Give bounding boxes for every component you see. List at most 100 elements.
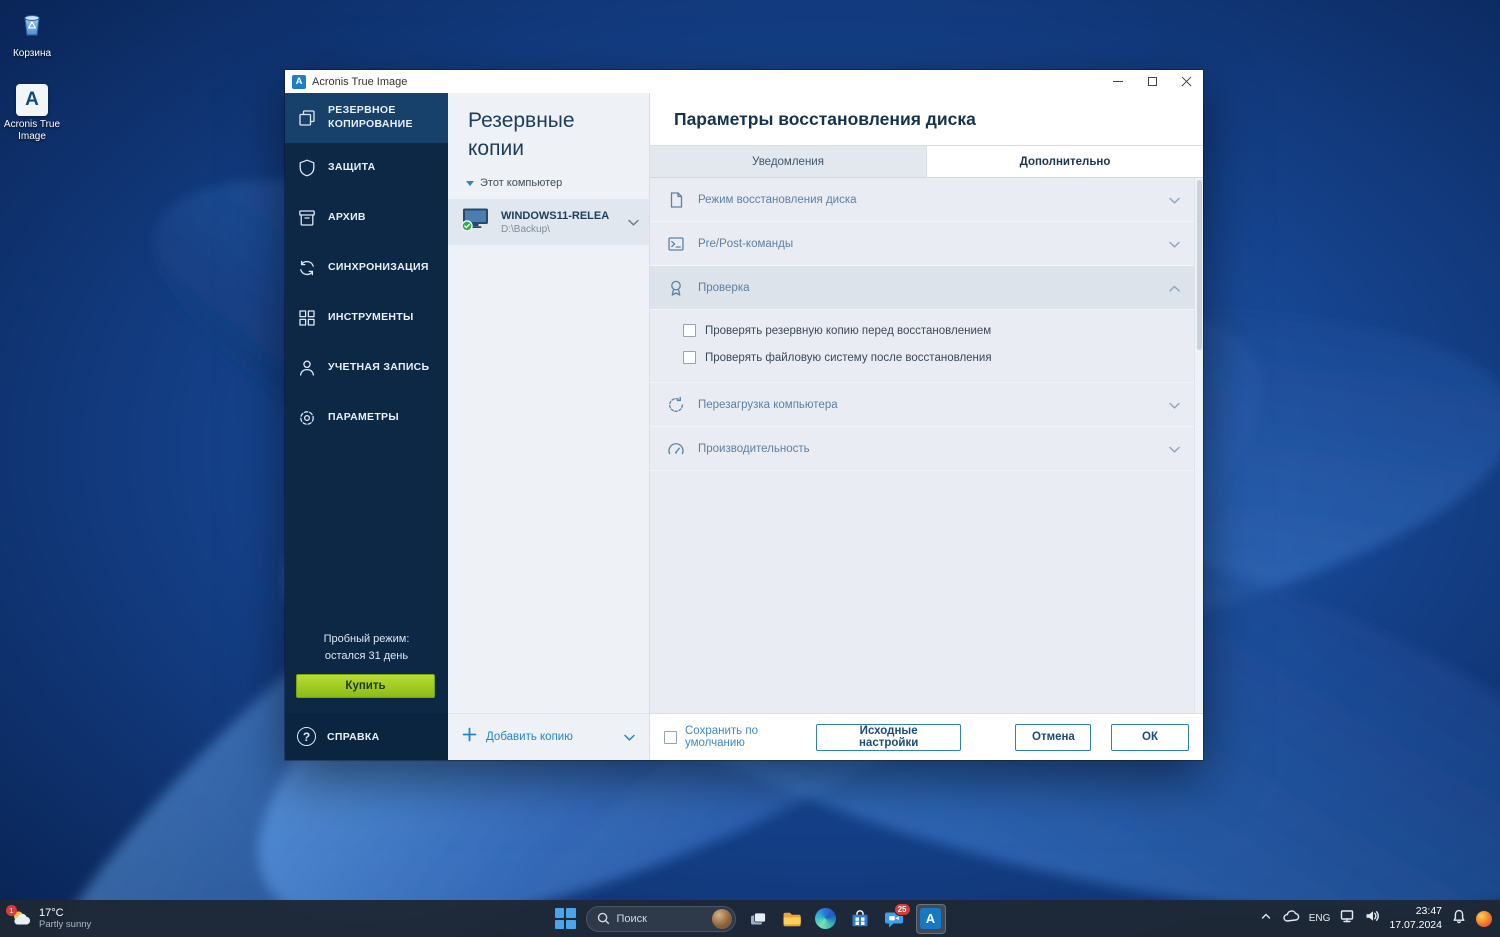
widgets-tray-icon[interactable] [1476, 911, 1492, 927]
chevron-down-icon [1169, 440, 1180, 458]
acronis-app-icon [920, 908, 941, 929]
acronis-taskbar-button[interactable] [916, 904, 946, 934]
checkbox-unchecked-icon[interactable] [664, 731, 677, 744]
sidebar-item-tools[interactable]: ИНСТРУМЕНТЫ [285, 293, 448, 343]
sidebar-item-backup[interactable]: РЕЗЕРВНОЕ КОПИРОВАНИЕ [285, 93, 448, 143]
reset-defaults-button[interactable]: Исходные настройки [816, 724, 961, 751]
taskbar-weather-widget[interactable]: 1 17°C Partly sunny [10, 907, 91, 930]
computer-monitor-icon [460, 206, 492, 238]
tab-advanced[interactable]: Дополнительно [926, 146, 1203, 177]
sidebar-item-settings[interactable]: ПАРАМЕТРЫ [285, 393, 448, 443]
backups-panel-title: Резервные копии [448, 93, 608, 162]
search-icon [597, 912, 610, 925]
account-icon [297, 358, 317, 378]
taskbar-clock[interactable]: 23:47 17.07.2024 [1389, 905, 1442, 932]
weather-condition: Partly sunny [39, 919, 91, 930]
check-filesystem-after-recovery-option[interactable]: Проверять файловую систему после восстан… [650, 344, 1194, 371]
speaker-icon [1364, 908, 1380, 924]
show-hidden-icons-button[interactable] [1259, 909, 1273, 928]
file-explorer-button[interactable] [780, 907, 804, 931]
sidebar-item-label: СИНХРОНИЗАЦИЯ [328, 261, 429, 275]
taskbar-search[interactable]: Поиск [586, 906, 736, 932]
gear-icon [297, 408, 317, 428]
microsoft-store-button[interactable] [848, 907, 872, 931]
folder-icon [781, 908, 803, 930]
language-indicator[interactable]: ENG [1309, 913, 1331, 924]
maximize-icon [1148, 77, 1157, 86]
task-view-button[interactable] [746, 907, 770, 931]
options-tabs: Уведомления Дополнительно [650, 145, 1203, 178]
time: 23:47 [1389, 905, 1442, 919]
sidebar-item-help[interactable]: СПРАВКА [285, 713, 448, 760]
terminal-icon [666, 234, 686, 254]
network-tray-icon[interactable] [1339, 908, 1355, 929]
archive-icon [297, 208, 317, 228]
user-avatar[interactable] [712, 909, 732, 929]
sidebar-item-protection[interactable]: ЗАЩИТА [285, 143, 448, 193]
chevron-down-icon [1169, 235, 1180, 253]
chevron-down-icon [466, 181, 474, 186]
scrollbar[interactable] [1194, 178, 1203, 713]
tools-grid-icon [297, 308, 317, 328]
sidebar-item-label: РЕЗЕРВНОЕ КОПИРОВАНИЕ [328, 104, 436, 131]
help-label: СПРАВКА [327, 731, 379, 743]
maximize-button[interactable] [1135, 70, 1169, 93]
section-disk-recovery-mode[interactable]: Режим восстановления диска [650, 178, 1194, 222]
backups-group-this-computer[interactable]: Этот компьютер [466, 177, 649, 189]
store-bag-icon [849, 908, 871, 930]
chevron-down-icon[interactable] [628, 213, 639, 231]
desktop-icon-acronis[interactable]: Acronis True Image [0, 84, 64, 143]
sidebar-item-label: ЗАЩИТА [328, 161, 376, 175]
trial-status: Пробный режим: остался 31 день [285, 631, 448, 665]
sidebar-item-label: ИНСТРУМЕНТЫ [328, 311, 414, 325]
cancel-button[interactable]: Отмена [1015, 724, 1091, 751]
close-icon [1181, 76, 1192, 87]
weather-icon: 1 [10, 908, 32, 930]
restart-icon [666, 395, 686, 415]
sidebar-item-account[interactable]: УЧЕТНАЯ ЗАПИСЬ [285, 343, 448, 393]
checkbox-unchecked-icon[interactable] [683, 324, 696, 337]
minimize-button[interactable] [1101, 70, 1135, 93]
section-computer-restart[interactable]: Перезагрузка компьютера [650, 383, 1194, 427]
add-backup-row[interactable]: Добавить копию [448, 713, 649, 760]
desktop-icon-recycle-bin[interactable]: Корзина [0, 8, 64, 60]
edge-browser-button[interactable] [814, 907, 838, 931]
section-pre-post-commands[interactable]: Pre/Post-команды [650, 222, 1194, 266]
page-title: Параметры восстановления диска [674, 109, 976, 130]
verify-backup-before-recovery-option[interactable]: Проверять резервную копию перед восстано… [650, 317, 1194, 344]
acronis-icon-label: Acronis True Image [1, 119, 63, 143]
edge-icon [815, 908, 836, 929]
window-titlebar[interactable]: Acronis True Image [285, 70, 1203, 93]
acronis-app-icon [16, 84, 48, 116]
acronis-titlebar-icon [292, 75, 306, 89]
backup-list-item[interactable]: WINDOWS11-RELEA D:\Backup\ [448, 199, 649, 245]
section-validation[interactable]: Проверка [650, 266, 1194, 310]
sidebar-item-sync[interactable]: СИНХРОНИЗАЦИЯ [285, 243, 448, 293]
close-button[interactable] [1169, 70, 1203, 93]
start-button[interactable] [555, 908, 576, 929]
award-ribbon-icon [666, 278, 686, 298]
chevron-down-icon [1169, 396, 1180, 414]
notifications-button[interactable] [1451, 908, 1467, 929]
chevron-down-icon[interactable] [624, 728, 635, 746]
sidebar-item-label: УЧЕТНАЯ ЗАПИСЬ [328, 361, 429, 375]
section-performance[interactable]: Производительность [650, 427, 1194, 471]
chevron-up-icon [1259, 909, 1273, 923]
scrollbar-thumb[interactable] [1197, 180, 1202, 350]
bell-icon [1451, 908, 1467, 924]
validation-options: Проверять резервную копию перед восстано… [650, 310, 1194, 383]
checkbox-unchecked-icon[interactable] [683, 351, 696, 364]
ok-button[interactable]: ОК [1111, 724, 1189, 751]
onedrive-tray-icon[interactable] [1282, 909, 1300, 928]
acronis-window: Acronis True Image РЕЗЕРВНОЕ КОПИРОВАНИЕ [285, 70, 1203, 760]
chat-button[interactable]: 25 [882, 907, 906, 931]
volume-tray-icon[interactable] [1364, 908, 1380, 929]
help-icon [297, 727, 316, 746]
sidebar: РЕЗЕРВНОЕ КОПИРОВАНИЕ ЗАЩИТА АРХИВ [285, 93, 448, 760]
tab-notifications[interactable]: Уведомления [650, 146, 926, 177]
sidebar-item-archive[interactable]: АРХИВ [285, 193, 448, 243]
document-icon [666, 190, 686, 210]
buy-button[interactable]: Купить [296, 674, 435, 698]
save-as-default-option[interactable]: Сохранить по умолчанию [664, 725, 808, 749]
backup-icon [297, 108, 317, 128]
